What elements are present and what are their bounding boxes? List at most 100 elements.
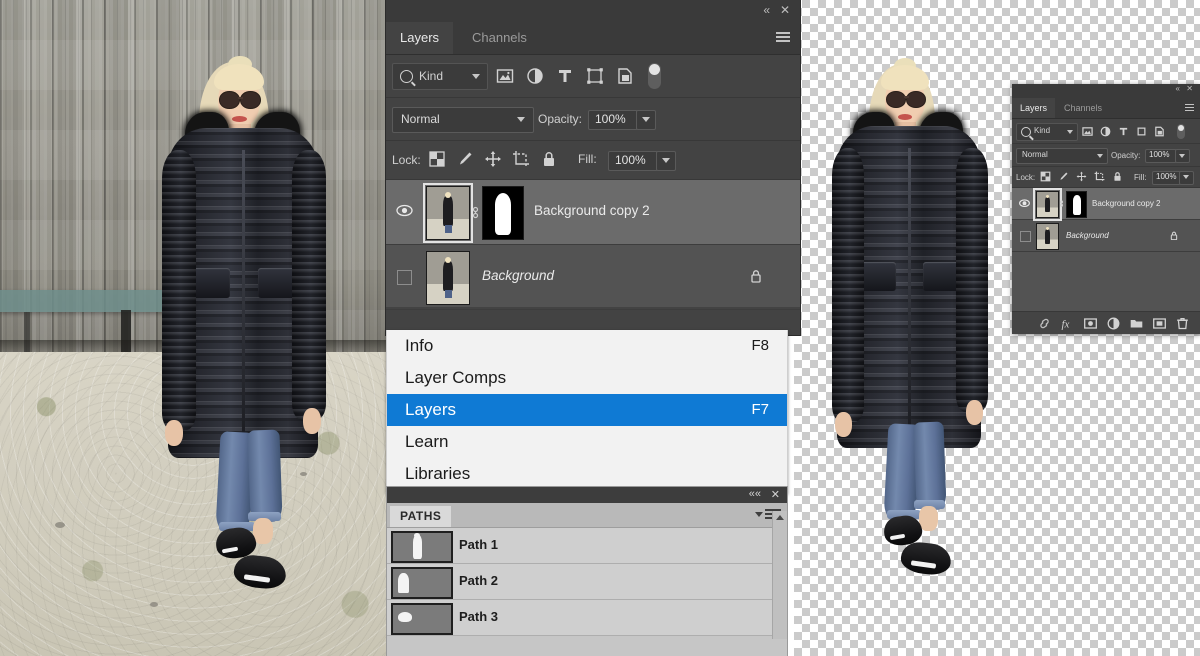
- add-layer-mask-icon[interactable]: [1084, 317, 1097, 330]
- fill-field[interactable]: 100%: [608, 151, 658, 171]
- panel-menu-icon[interactable]: [1185, 104, 1194, 111]
- kind-filter-dropdown[interactable]: Kind: [1016, 123, 1078, 141]
- filter-adjustment-layers-icon[interactable]: [526, 67, 544, 85]
- collapse-panel-icon[interactable]: «: [1176, 85, 1180, 93]
- tab-layers[interactable]: Layers: [1012, 98, 1056, 118]
- lock-image-pixels-icon[interactable]: [1058, 171, 1069, 182]
- layers-panel[interactable]: « ✕ Layers Channels Kind Normal Opacity:…: [386, 0, 800, 335]
- layer-thumbnail[interactable]: [426, 251, 470, 305]
- filter-adjustment-layers-icon[interactable]: [1100, 126, 1111, 137]
- mask-link-icon[interactable]: [471, 206, 480, 219]
- layer-visibility-toggle[interactable]: [1020, 231, 1031, 242]
- close-panel-icon[interactable]: ✕: [1186, 85, 1193, 93]
- filter-enable-toggle[interactable]: [648, 63, 661, 89]
- layer-visibility-toggle[interactable]: [396, 204, 413, 217]
- tab-channels[interactable]: Channels: [1056, 98, 1110, 118]
- fill-value: 100%: [1156, 172, 1177, 181]
- tab-channels[interactable]: Channels: [458, 22, 541, 54]
- opacity-field[interactable]: 100%: [1145, 149, 1177, 163]
- lock-transparent-pixels-icon[interactable]: [1040, 171, 1051, 182]
- layer-row-background-copy-2[interactable]: Background copy 2: [1012, 188, 1200, 221]
- lock-transparent-pixels-icon[interactable]: [428, 150, 446, 168]
- menu-item-info[interactable]: Info F8: [387, 330, 787, 362]
- lock-image-pixels-icon[interactable]: [456, 150, 474, 168]
- filter-type-layers-icon[interactable]: [556, 67, 574, 85]
- floating-layers-panel[interactable]: « ✕ Layers Channels Kind Normal Opacity:…: [1012, 84, 1200, 334]
- new-adjustment-layer-icon[interactable]: [1107, 317, 1120, 330]
- opacity-stepper[interactable]: [1175, 149, 1190, 163]
- panel-menu-triangle-icon[interactable]: [755, 512, 763, 517]
- jeans-right-leg: [913, 421, 947, 511]
- window-menu-dropdown[interactable]: Info F8 Layer Comps Layers F7 Learn Libr…: [386, 330, 788, 494]
- panel-menu-icon[interactable]: [776, 32, 790, 43]
- layer-thumbnail[interactable]: [423, 183, 473, 243]
- layer-mask-thumbnail[interactable]: [1066, 191, 1087, 218]
- layer-row-background[interactable]: Background: [386, 245, 800, 310]
- layer-style-fx-icon[interactable]: fx: [1061, 317, 1074, 331]
- blend-mode-dropdown[interactable]: Normal: [1016, 148, 1108, 164]
- opacity-field[interactable]: 100%: [588, 110, 638, 130]
- new-layer-icon[interactable]: [1153, 317, 1166, 330]
- filter-pixel-layers-icon[interactable]: [496, 67, 514, 85]
- lock-position-icon[interactable]: [1076, 171, 1087, 182]
- layer-thumbnail[interactable]: [1036, 223, 1059, 250]
- lock-all-icon[interactable]: [540, 150, 558, 168]
- close-panel-icon[interactable]: ✕: [780, 4, 790, 16]
- close-panel-icon[interactable]: ✕: [771, 488, 780, 501]
- layer-thumbnail[interactable]: [1033, 188, 1062, 221]
- path-name[interactable]: Path 3: [459, 609, 498, 624]
- fill-field[interactable]: 100%: [1152, 171, 1181, 185]
- filter-pixel-layers-icon[interactable]: [1082, 126, 1093, 137]
- path-thumbnail[interactable]: [391, 531, 453, 563]
- mask-link-icon[interactable]: [1059, 200, 1064, 208]
- document-window-original[interactable]: [0, 0, 386, 656]
- opacity-stepper[interactable]: [636, 110, 656, 130]
- path-name[interactable]: Path 1: [459, 537, 498, 552]
- filter-shape-layers-icon[interactable]: [1136, 126, 1147, 137]
- filter-smart-object-icon[interactable]: [616, 67, 634, 85]
- path-name[interactable]: Path 2: [459, 573, 498, 588]
- menu-item-layer-comps[interactable]: Layer Comps: [387, 362, 787, 394]
- filter-toggle-knob: [1178, 125, 1184, 131]
- lock-all-icon[interactable]: [1112, 171, 1123, 182]
- tab-layers[interactable]: Layers: [386, 22, 454, 54]
- new-group-icon[interactable]: [1130, 317, 1143, 330]
- link-layers-icon[interactable]: [1038, 317, 1051, 330]
- paths-scrollbar[interactable]: [772, 511, 787, 639]
- tab-paths[interactable]: PATHS: [390, 506, 452, 527]
- layer-name[interactable]: Background: [482, 268, 554, 283]
- menu-item-layers[interactable]: Layers F7: [387, 394, 787, 426]
- fill-stepper[interactable]: [656, 151, 676, 171]
- collapse-panel-icon[interactable]: ««: [749, 488, 761, 500]
- scroll-up-icon[interactable]: [776, 515, 784, 520]
- layer-visibility-toggle[interactable]: [1019, 199, 1030, 208]
- paths-panel[interactable]: «« ✕ PATHS Path 1 Path 2 Path 3: [386, 486, 788, 656]
- blend-mode-dropdown[interactable]: Normal: [392, 107, 534, 133]
- path-thumbnail[interactable]: [391, 567, 453, 599]
- filter-enable-toggle[interactable]: [1177, 124, 1185, 139]
- fill-stepper[interactable]: [1179, 171, 1194, 185]
- svg-text:fx: fx: [1062, 319, 1070, 331]
- layer-name[interactable]: Background: [1066, 231, 1109, 240]
- layer-mask-thumbnail[interactable]: [482, 186, 524, 240]
- lock-position-icon[interactable]: [484, 150, 502, 168]
- lock-artboard-nesting-icon[interactable]: [512, 150, 530, 168]
- layer-locked-icon: [750, 269, 762, 283]
- path-row-3[interactable]: Path 3: [387, 600, 787, 636]
- lock-artboard-nesting-icon[interactable]: [1094, 171, 1105, 182]
- path-row-1[interactable]: Path 1: [387, 528, 787, 564]
- layer-row-background[interactable]: Background: [1012, 220, 1200, 252]
- layer-visibility-toggle[interactable]: [397, 270, 412, 285]
- layer-name[interactable]: Background copy 2: [534, 203, 650, 218]
- collapse-panel-icon[interactable]: «: [763, 4, 770, 16]
- path-row-2[interactable]: Path 2: [387, 564, 787, 600]
- menu-item-learn[interactable]: Learn: [387, 426, 787, 458]
- filter-type-layers-icon[interactable]: [1118, 126, 1129, 137]
- path-thumbnail[interactable]: [391, 603, 453, 635]
- delete-layer-icon[interactable]: [1176, 317, 1189, 330]
- filter-shape-layers-icon[interactable]: [586, 67, 604, 85]
- layer-name[interactable]: Background copy 2: [1092, 199, 1161, 208]
- kind-filter-dropdown[interactable]: Kind: [392, 63, 488, 90]
- filter-smart-object-icon[interactable]: [1154, 126, 1165, 137]
- layer-row-background-copy-2[interactable]: Background copy 2: [386, 180, 800, 245]
